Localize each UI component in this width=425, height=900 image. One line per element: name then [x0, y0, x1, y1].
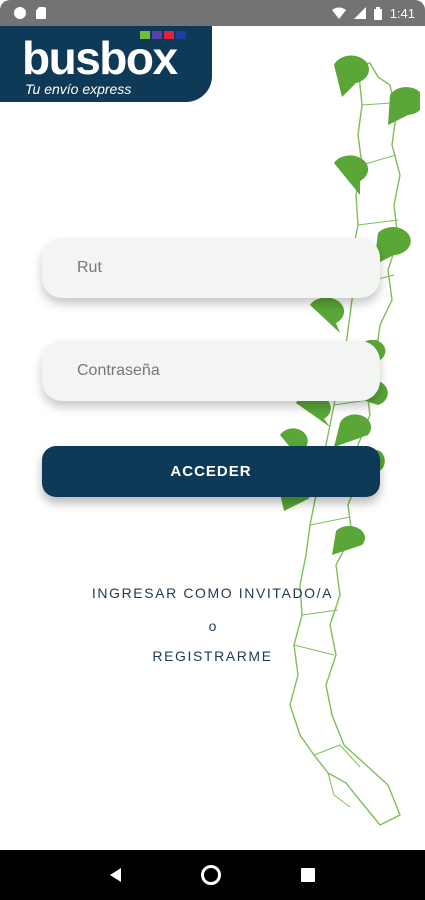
back-icon[interactable]: [110, 868, 121, 882]
notification-dot-icon: [14, 7, 26, 19]
chile-map-illustration: [278, 55, 420, 826]
truck-location-pin-icon: [334, 55, 370, 97]
truck-location-pin-icon: [334, 155, 369, 195]
truck-location-pin-icon: [388, 87, 420, 125]
rut-field[interactable]: [42, 238, 380, 298]
rut-input[interactable]: [77, 259, 380, 277]
password-input[interactable]: [77, 362, 380, 380]
acceder-button[interactable]: ACCEDER: [42, 446, 380, 497]
logo-square-blue: [176, 31, 186, 39]
status-right-icons: 1:41: [331, 5, 415, 21]
system-nav-bar: [0, 850, 425, 900]
truck-location-pin-icon: [332, 525, 366, 555]
or-separator: o: [208, 618, 217, 634]
signal-icon: [353, 7, 366, 19]
truck-location-pin-icon: [334, 414, 372, 447]
status-bar: 1:41: [0, 0, 425, 26]
status-time: 1:41: [389, 5, 415, 21]
truck-location-pin-icon: [310, 297, 345, 333]
battery-icon: [373, 6, 382, 20]
home-icon[interactable]: [201, 865, 221, 885]
wifi-icon: [331, 7, 346, 19]
password-field[interactable]: [42, 341, 380, 401]
status-left-icons: [14, 7, 46, 19]
sd-card-icon: [36, 7, 46, 19]
logo-panel: busbox Tu envío express: [0, 26, 212, 102]
guest-login-link[interactable]: INGRESAR COMO INVITADO/A: [0, 585, 425, 601]
logo-tagline: Tu envío express: [25, 81, 132, 97]
register-link[interactable]: REGISTRARME: [0, 648, 425, 664]
logo-wordmark: busbox: [22, 32, 178, 84]
recents-icon[interactable]: [301, 868, 315, 882]
